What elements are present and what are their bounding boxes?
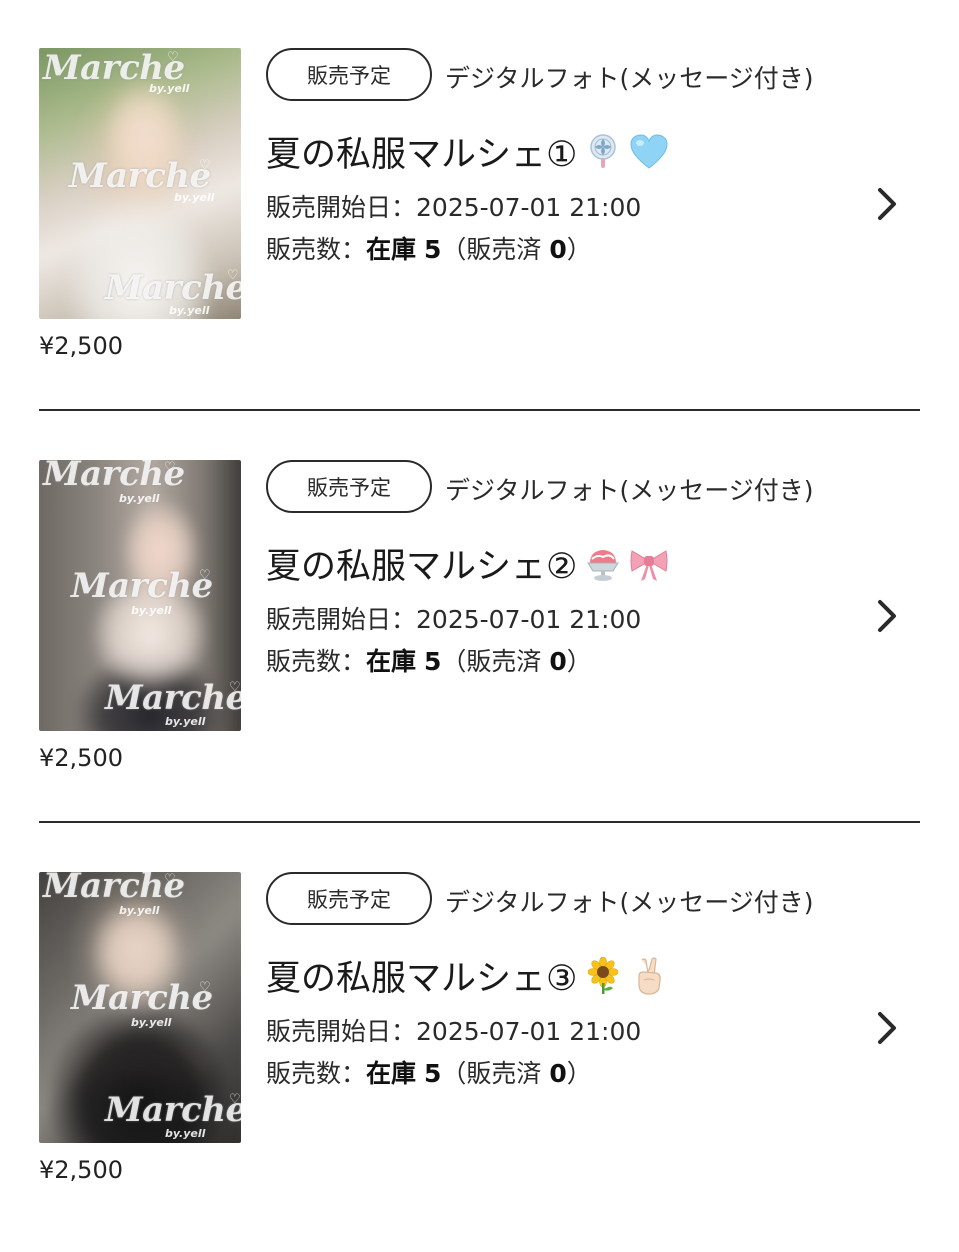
ribbon-icon <box>629 544 669 584</box>
victory-hand-icon <box>629 956 669 996</box>
divider <box>39 821 920 823</box>
status-badge: 販売予定 <box>266 48 432 101</box>
chevron-right-icon[interactable] <box>868 596 904 636</box>
heart-icon: ♡ <box>199 568 211 583</box>
product-thumbnail[interactable]: Marche by.yell ♡ Marche by.yell ♡ Marche… <box>39 48 241 319</box>
sold-open: （販売済 <box>441 647 550 676</box>
sale-start-label: 販売開始日： <box>266 605 417 634</box>
watermark-sub: by.yell <box>119 904 160 917</box>
sale-start-label: 販売開始日： <box>266 193 417 222</box>
sale-count: 販売数：在庫 5（販売済 0） <box>266 230 592 266</box>
chevron-right-icon[interactable] <box>868 184 904 224</box>
sold-value: 0 <box>549 647 567 676</box>
category-label: デジタルフォト(メッセージ付き) <box>445 476 814 505</box>
sale-count-label: 販売数： <box>266 1059 367 1088</box>
product-thumbnail[interactable]: Marche by.yell ♡ Marche by.yell ♡ Marche… <box>39 872 241 1143</box>
stock-value: 5 <box>423 235 442 264</box>
sale-start-label: 販売開始日： <box>266 1017 417 1046</box>
sold-close: ） <box>566 235 592 264</box>
sale-count: 販売数：在庫 5（販売済 0） <box>266 642 592 678</box>
product-item[interactable]: Marche by.yell ♡ Marche by.yell ♡ Marche… <box>0 872 959 1252</box>
heart-icon: ♡ <box>164 460 176 475</box>
watermark-sub: by.yell <box>149 82 190 95</box>
sale-start-date: 販売開始日：2025-07-01 21:00 <box>266 600 641 636</box>
sale-start-value: 2025-07-01 21:00 <box>416 193 642 222</box>
watermark-sub: by.yell <box>174 191 215 204</box>
watermark-text: Marche <box>69 156 211 196</box>
stock-value: 5 <box>423 1059 442 1088</box>
watermark-text: Marche <box>105 678 241 718</box>
blue-heart-icon <box>629 132 669 172</box>
watermark-text: Marche <box>71 566 213 606</box>
watermark-sub: by.yell <box>131 1016 172 1029</box>
watermark-text: Marche <box>105 268 241 308</box>
sold-close: ） <box>566 1059 592 1088</box>
heart-icon: ♡ <box>167 50 179 65</box>
sold-open: （販売済 <box>441 235 550 264</box>
watermark-text: Marche <box>71 978 213 1018</box>
heart-icon: ♡ <box>229 680 241 695</box>
price: ¥2,500 <box>39 1156 123 1184</box>
status-badge: 販売予定 <box>266 872 432 925</box>
sale-count: 販売数：在庫 5（販売済 0） <box>266 1054 592 1090</box>
sunflower-icon <box>583 956 623 996</box>
sale-count-label: 販売数： <box>266 647 367 676</box>
product-title-text: 夏の私服マルシェ① <box>266 135 578 175</box>
heart-icon: ♡ <box>164 872 176 887</box>
product-thumbnail[interactable]: Marche by.yell ♡ Marche by.yell ♡ Marche… <box>39 460 241 731</box>
sale-count-label: 販売数： <box>266 235 367 264</box>
sale-start-date: 販売開始日：2025-07-01 21:00 <box>266 188 641 224</box>
product-title-text: 夏の私服マルシェ② <box>266 547 578 587</box>
product-title-text: 夏の私服マルシェ③ <box>266 959 578 999</box>
status-badge: 販売予定 <box>266 460 432 513</box>
divider <box>39 409 920 411</box>
watermark-sub: by.yell <box>131 604 172 617</box>
shaved-ice-icon <box>583 544 623 584</box>
category-label: デジタルフォト(メッセージ付き) <box>445 64 814 93</box>
price: ¥2,500 <box>39 744 123 772</box>
stock-label: 在庫 <box>366 647 417 676</box>
watermark-text: Marche <box>105 1090 241 1130</box>
sale-start-value: 2025-07-01 21:00 <box>416 605 642 634</box>
price: ¥2,500 <box>39 332 123 360</box>
sold-open: （販売済 <box>441 1059 550 1088</box>
watermark-sub: by.yell <box>165 1127 206 1140</box>
sale-start-value: 2025-07-01 21:00 <box>416 1017 642 1046</box>
category-label: デジタルフォト(メッセージ付き) <box>445 888 814 917</box>
chevron-right-icon[interactable] <box>868 1008 904 1048</box>
heart-icon: ♡ <box>199 158 211 173</box>
product-item[interactable]: Marche by.yell ♡ Marche by.yell ♡ Marche… <box>0 460 959 840</box>
sold-value: 0 <box>549 235 567 264</box>
product-item[interactable]: Marche by.yell ♡ Marche by.yell ♡ Marche… <box>0 48 959 428</box>
product-title[interactable]: 夏の私服マルシェ① <box>266 126 669 177</box>
product-title[interactable]: 夏の私服マルシェ③ <box>266 950 669 1001</box>
fan-icon <box>583 132 623 172</box>
stock-label: 在庫 <box>366 235 417 264</box>
heart-icon: ♡ <box>229 1092 241 1107</box>
product-title[interactable]: 夏の私服マルシェ② <box>266 538 669 589</box>
watermark-sub: by.yell <box>119 492 160 505</box>
sold-value: 0 <box>549 1059 567 1088</box>
watermark-sub: by.yell <box>169 304 210 317</box>
sold-close: ） <box>566 647 592 676</box>
stock-label: 在庫 <box>366 1059 417 1088</box>
sale-start-date: 販売開始日：2025-07-01 21:00 <box>266 1012 641 1048</box>
heart-icon: ♡ <box>199 980 211 995</box>
stock-value: 5 <box>423 647 442 676</box>
watermark-sub: by.yell <box>165 715 206 728</box>
heart-icon: ♡ <box>227 268 239 283</box>
